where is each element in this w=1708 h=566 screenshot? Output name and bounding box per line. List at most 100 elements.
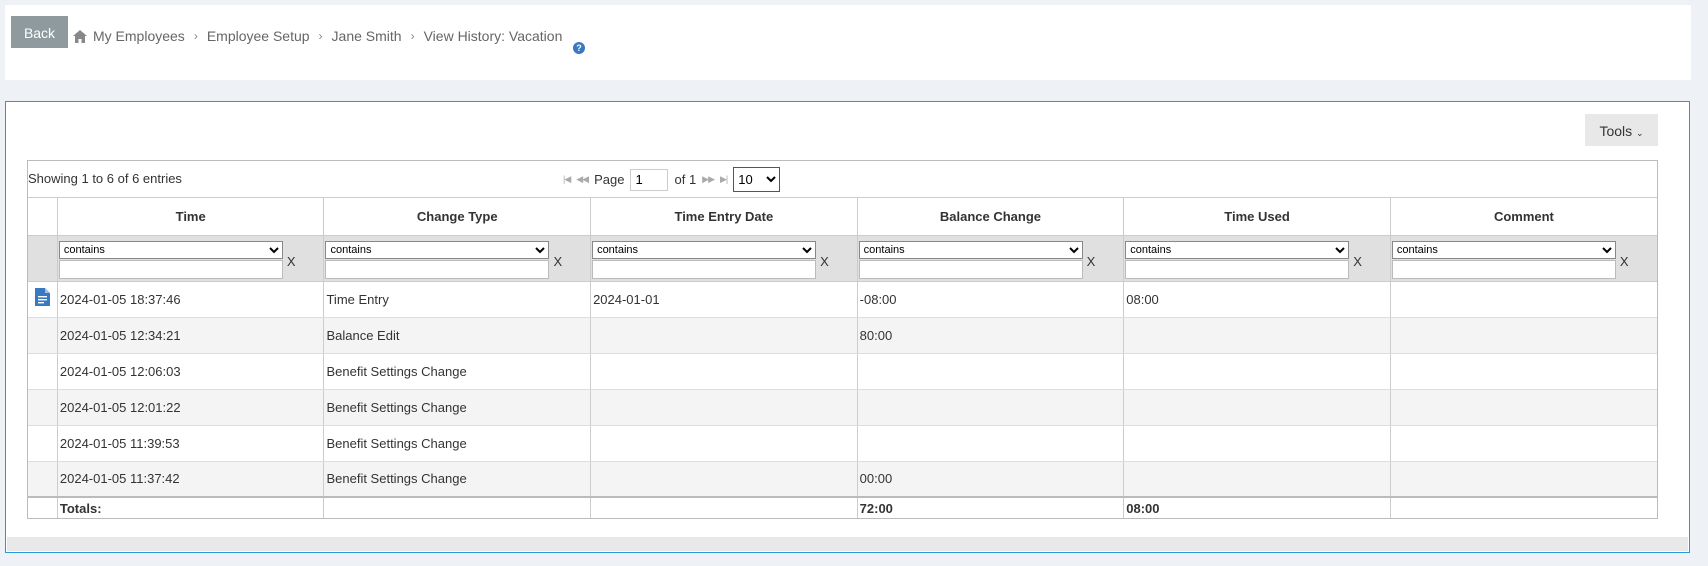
- home-icon: [73, 29, 87, 43]
- cell-time-used: [1123, 461, 1391, 498]
- filter-operator-select[interactable]: contains: [592, 240, 817, 259]
- table-row[interactable]: 2024-01-05 12:01:22 Benefit Settings Cha…: [28, 389, 1657, 426]
- clear-filter-button[interactable]: X: [820, 254, 829, 269]
- filter-time: contains X: [57, 235, 325, 282]
- prev-page-icon[interactable]: ◀◀: [576, 174, 589, 185]
- cell-time-used: [1123, 353, 1391, 390]
- totals-change-type: [323, 496, 592, 518]
- cell-time: 2024-01-05 12:34:21: [57, 317, 325, 354]
- clear-filter-button[interactable]: X: [1353, 254, 1362, 269]
- col-time-header[interactable]: Time: [57, 198, 325, 236]
- filter-time-entry-date-input[interactable]: [592, 259, 817, 279]
- cell-balance-change: [857, 425, 1125, 462]
- col-time-entry-date-header[interactable]: Time Entry Date: [590, 198, 858, 236]
- page-size-select[interactable]: 10: [733, 167, 781, 192]
- table-row[interactable]: 2024-01-05 12:34:21 Balance Edit 80:00: [28, 317, 1657, 354]
- cell-time: 2024-01-05 11:37:42: [57, 461, 325, 498]
- chevron-right-icon: ›: [410, 29, 415, 43]
- filter-operator-select[interactable]: contains: [858, 240, 1083, 259]
- col-time-used-header[interactable]: Time Used: [1123, 198, 1391, 236]
- filter-change-type-input[interactable]: [325, 259, 550, 279]
- page-label: Page: [594, 172, 625, 187]
- filter-comment-input[interactable]: [1391, 259, 1616, 279]
- clear-filter-button[interactable]: X: [287, 254, 296, 269]
- totals-time-used: 08:00: [1123, 496, 1391, 518]
- cell-comment: [1390, 461, 1657, 498]
- chevron-right-icon: ›: [318, 29, 323, 43]
- table-row[interactable]: 2024-01-05 18:37:46 Time Entry 2024-01-0…: [28, 281, 1657, 318]
- breadcrumb-employee-setup[interactable]: Employee Setup: [207, 28, 310, 44]
- totals-balance-change: 72:00: [857, 496, 1125, 518]
- cell-time-used: [1123, 425, 1391, 462]
- cell-comment: [1390, 353, 1657, 390]
- totals-row: Totals: 72:00 08:00: [28, 496, 1657, 518]
- pager: |◀ ◀◀ Page of 1 ▶▶ ▶| 10: [563, 167, 781, 192]
- page-number-input[interactable]: [630, 168, 669, 191]
- totals-label: Totals:: [57, 496, 325, 518]
- document-icon[interactable]: [34, 288, 50, 307]
- breadcrumb-jane-smith[interactable]: Jane Smith: [332, 28, 402, 44]
- row-icon-cell: [28, 317, 58, 354]
- row-icon-cell: [28, 353, 58, 390]
- row-icon-cell: [28, 389, 58, 426]
- tools-button[interactable]: Tools ⌄: [1585, 114, 1658, 146]
- filter-time-input[interactable]: [58, 259, 283, 279]
- cell-change-type: Benefit Settings Change: [323, 461, 592, 498]
- filter-change-type: contains X: [323, 235, 592, 282]
- breadcrumb-current: View History: Vacation: [423, 28, 563, 44]
- tools-label: Tools: [1599, 123, 1633, 139]
- filter-time-entry-date: contains X: [590, 235, 858, 282]
- cell-comment: [1390, 317, 1657, 354]
- cell-time-entry-date: [590, 317, 858, 354]
- row-icon-cell: [28, 425, 58, 462]
- cell-time-entry-date: [590, 425, 858, 462]
- filter-operator-select[interactable]: contains: [325, 240, 550, 259]
- cell-time-entry-date: [590, 389, 858, 426]
- filter-operator-select[interactable]: contains: [1391, 240, 1616, 259]
- cell-change-type: Benefit Settings Change: [323, 389, 592, 426]
- history-grid: Showing 1 to 6 of 6 entries |◀ ◀◀ Page o…: [27, 160, 1658, 519]
- history-table: Time Change Type Time Entry Date Balance…: [28, 198, 1657, 518]
- filter-operator-select[interactable]: contains: [58, 240, 283, 259]
- help-icon[interactable]: ?: [573, 42, 585, 54]
- col-comment-header[interactable]: Comment: [1390, 198, 1657, 236]
- col-change-type-header[interactable]: Change Type: [323, 198, 592, 236]
- cell-balance-change: -08:00: [857, 281, 1125, 318]
- cell-change-type: Benefit Settings Change: [323, 353, 592, 390]
- breadcrumb-my-employees[interactable]: My Employees: [93, 28, 185, 44]
- filter-time-used: contains X: [1123, 235, 1391, 282]
- table-row[interactable]: 2024-01-05 11:39:53 Benefit Settings Cha…: [28, 425, 1657, 462]
- next-page-icon[interactable]: ▶▶: [702, 174, 715, 185]
- table-row[interactable]: 2024-01-05 12:06:03 Benefit Settings Cha…: [28, 353, 1657, 390]
- last-page-icon[interactable]: ▶|: [720, 174, 728, 185]
- chevron-right-icon: ›: [193, 29, 198, 43]
- filter-comment: contains X: [1390, 235, 1657, 282]
- totals-icon-cell: [28, 496, 58, 518]
- cell-time-used: 08:00: [1123, 281, 1391, 318]
- col-balance-change-header[interactable]: Balance Change: [857, 198, 1125, 236]
- history-panel: Tools ⌄ Showing 1 to 6 of 6 entries |◀ ◀…: [5, 101, 1690, 553]
- breadcrumb: My Employees › Employee Setup › Jane Smi…: [73, 28, 562, 44]
- first-page-icon[interactable]: |◀: [563, 174, 571, 185]
- cell-time-entry-date: [590, 461, 858, 498]
- clear-filter-button[interactable]: X: [553, 254, 562, 269]
- filter-row: contains X contains X contains X contains X …: [28, 235, 1657, 282]
- cell-time: 2024-01-05 12:06:03: [57, 353, 325, 390]
- cell-balance-change: 80:00: [857, 317, 1125, 354]
- cell-balance-change: [857, 389, 1125, 426]
- cell-time: 2024-01-05 11:39:53: [57, 425, 325, 462]
- filter-balance-change-input[interactable]: [858, 259, 1083, 279]
- row-icon-cell: [28, 281, 58, 318]
- clear-filter-button[interactable]: X: [1620, 254, 1629, 269]
- filter-operator-select[interactable]: contains: [1125, 240, 1350, 259]
- cell-time-entry-date: 2024-01-01: [590, 281, 858, 318]
- top-bar: Back My Employees › Employee Setup › Jan…: [5, 5, 1691, 80]
- clear-filter-button[interactable]: X: [1087, 254, 1096, 269]
- cell-comment: [1390, 389, 1657, 426]
- cell-change-type: Balance Edit: [323, 317, 592, 354]
- back-button[interactable]: Back: [11, 16, 68, 48]
- table-row[interactable]: 2024-01-05 11:37:42 Benefit Settings Cha…: [28, 461, 1657, 498]
- col-icon-header: [28, 198, 58, 236]
- panel-footer: [7, 537, 1688, 551]
- filter-time-used-input[interactable]: [1125, 259, 1350, 279]
